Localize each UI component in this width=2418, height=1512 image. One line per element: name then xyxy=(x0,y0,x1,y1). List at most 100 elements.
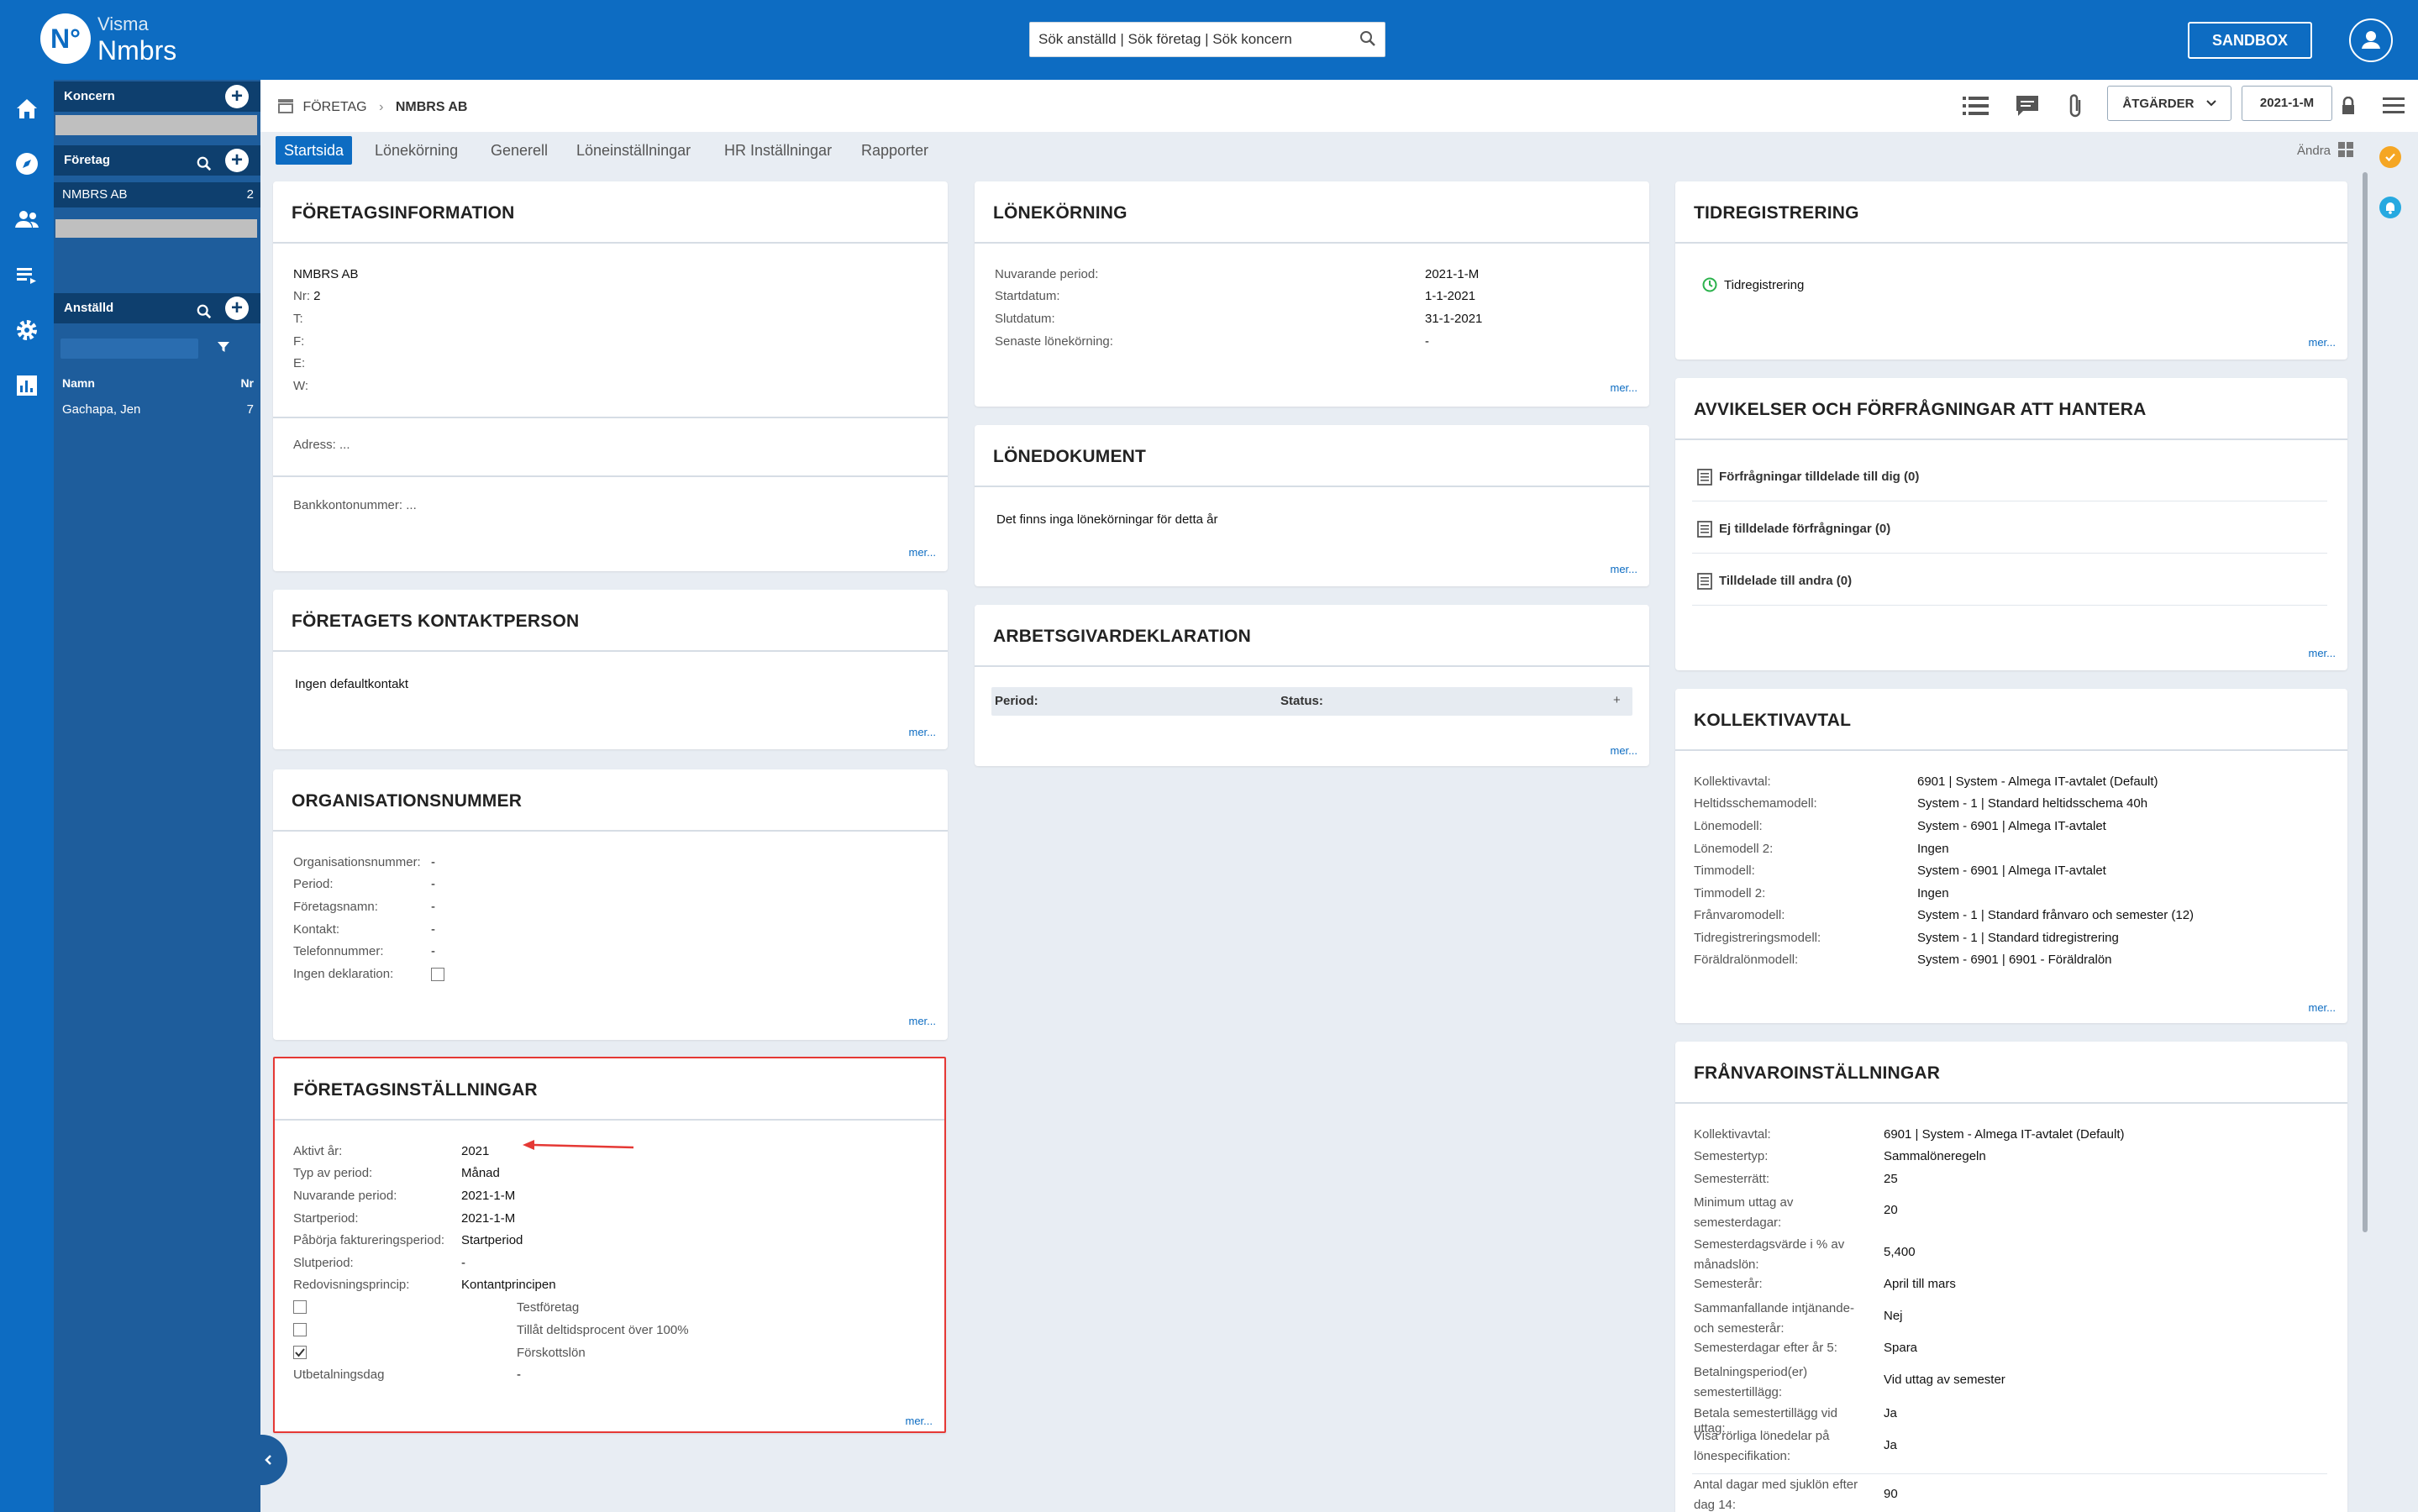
check-notification-icon[interactable] xyxy=(2379,146,2401,168)
compass-icon[interactable] xyxy=(13,150,40,177)
company-nr-label: Nr: 2 xyxy=(293,289,321,304)
absence-value: 25 xyxy=(1884,1172,1898,1186)
employee-filter-input[interactable] xyxy=(60,339,198,359)
card-title: LÖNEKÖRNING xyxy=(993,203,1128,223)
company-list-item[interactable]: NMBRS AB 2 xyxy=(54,182,260,207)
mer-link[interactable]: mer... xyxy=(905,1415,933,1427)
email-label: E: xyxy=(293,356,306,370)
tab-loneinstallningar[interactable]: Löneinställningar xyxy=(576,136,691,165)
add-koncern-button[interactable]: + xyxy=(225,85,249,108)
divider xyxy=(1692,1473,2327,1474)
card-avvikelser: AVVIKELSER OCH FÖRFRÅGNINGAR ATT HANTERA… xyxy=(1675,378,2347,670)
payroll-label: Nuvarande period: xyxy=(995,267,1099,281)
forskottslon-checkbox[interactable] xyxy=(293,1346,307,1359)
absence-label: Visa rörliga lönedelar på lönespecifikat… xyxy=(1694,1429,1830,1463)
card-header: AVVIKELSER OCH FÖRFRÅGNINGAR ATT HANTERA xyxy=(1675,378,2347,440)
koncern-section-header: Koncern + xyxy=(54,81,260,112)
period-selector[interactable]: 2021-1-M xyxy=(2242,86,2332,121)
card-title: ORGANISATIONSNUMMER xyxy=(292,791,523,811)
mer-link[interactable]: mer... xyxy=(908,1015,936,1027)
col-namn: Namn xyxy=(62,376,95,390)
home-icon[interactable] xyxy=(13,95,40,122)
phone-label: T: xyxy=(293,312,303,326)
filter-icon[interactable] xyxy=(217,340,230,358)
bell-icon[interactable] xyxy=(2379,197,2401,218)
atgarder-dropdown[interactable]: ÅTGÄRDER xyxy=(2107,86,2231,121)
top-bar: N° Visma Nmbrs SANDBOX xyxy=(0,0,2418,80)
mer-link[interactable]: mer... xyxy=(2308,647,2336,659)
breadcrumb-root[interactable]: FÖRETAG xyxy=(302,100,366,114)
setting-value: - xyxy=(461,1256,465,1270)
list-view-icon[interactable] xyxy=(1963,95,1990,121)
agreement-label: Tidregistreringsmodell: xyxy=(1694,931,1821,945)
setting-value: - xyxy=(517,1368,521,1382)
nr-label: Nr: xyxy=(293,289,310,303)
comment-icon[interactable] xyxy=(2015,94,2040,122)
user-avatar-icon[interactable] xyxy=(2349,18,2393,62)
paperclip-icon[interactable] xyxy=(2067,93,2085,123)
expand-plus-button[interactable]: + xyxy=(1613,693,1621,708)
chart-icon[interactable] xyxy=(13,372,40,399)
absence-label: Antal dagar med sjuklön efter dag 14: xyxy=(1694,1478,1858,1512)
employee-list-header: Namn Nr xyxy=(54,370,260,396)
org-row-value: - xyxy=(431,944,435,958)
add-company-button[interactable]: + xyxy=(225,149,249,172)
absence-label: Semesterår: xyxy=(1694,1277,1763,1291)
document-icon xyxy=(1697,573,1712,594)
card-lonekorning: LÖNEKÖRNING Nuvarande period: 2021-1-M S… xyxy=(975,181,1649,407)
people-icon[interactable] xyxy=(13,206,40,233)
gear-icon[interactable] xyxy=(13,317,40,344)
setting-label: Nuvarande period: xyxy=(293,1189,397,1203)
hamburger-menu-icon[interactable] xyxy=(2383,97,2405,119)
grid-layout-icon xyxy=(2337,141,2354,161)
checkbox-label: Tillåt deltidsprocent över 100% xyxy=(517,1323,689,1337)
testforetag-checkbox[interactable] xyxy=(293,1300,307,1314)
mer-link[interactable]: mer... xyxy=(2308,1001,2336,1014)
add-employee-button[interactable]: + xyxy=(225,297,249,320)
mer-link[interactable]: mer... xyxy=(908,546,936,559)
request-item[interactable]: Ej tilldelade förfrågningar (0) xyxy=(1719,522,1890,537)
absence-label: Semesterdagsvärde i % av månadslön: xyxy=(1694,1237,1845,1272)
mer-link[interactable]: mer... xyxy=(2308,336,2336,349)
search-company-icon[interactable] xyxy=(197,153,212,183)
tab-generell[interactable]: Generell xyxy=(491,136,548,165)
search-input[interactable] xyxy=(1030,23,1349,56)
mer-link[interactable]: mer... xyxy=(1610,744,1637,757)
ingen-deklaration-checkbox[interactable] xyxy=(431,968,444,981)
search-icon[interactable] xyxy=(1359,30,1376,51)
deltidsprocent-checkbox[interactable] xyxy=(293,1323,307,1336)
agreement-value: System - 1 | Standard frånvaro och semes… xyxy=(1917,908,2195,922)
checkbox-label: Förskottslön xyxy=(517,1346,586,1360)
absence-label: Semesterdagar efter år 5: xyxy=(1694,1341,1837,1355)
tab-lonekorning[interactable]: Lönekörning xyxy=(375,136,458,165)
org-row-value: - xyxy=(431,922,435,937)
checkbox-label: Testföretag xyxy=(517,1300,580,1315)
search-employee-icon[interactable] xyxy=(197,301,212,331)
card-foretagsinstallningar: FÖRETAGSINSTÄLLNINGAR Aktivt år: 2021 Ty… xyxy=(273,1057,946,1433)
request-item[interactable]: Tilldelade till andra (0) xyxy=(1719,574,1852,589)
store-icon xyxy=(277,98,294,118)
tab-hr-installningar[interactable]: HR Inställningar xyxy=(724,136,832,165)
agreement-value: System - 6901 | 6901 - Föräldralön xyxy=(1917,953,2112,967)
breadcrumb-separator: › xyxy=(379,100,384,114)
agreement-value: System - 1 | Standard heltidsschema 40h xyxy=(1917,796,2148,811)
mer-link[interactable]: mer... xyxy=(908,726,936,738)
time-registration-link[interactable]: Tidregistrering xyxy=(1724,278,1804,293)
tab-startsida[interactable]: Startsida xyxy=(276,136,353,165)
agreement-label: Föräldralönmodell: xyxy=(1694,953,1799,967)
request-item[interactable]: Förfrågningar tilldelade till dig (0) xyxy=(1719,470,1919,485)
collapse-sidebar-button[interactable] xyxy=(257,1435,287,1485)
visma-nmbrs-logo[interactable]: N° xyxy=(40,13,91,64)
lock-icon[interactable] xyxy=(2341,96,2356,119)
page-scrollbar[interactable] xyxy=(2363,172,2368,1232)
andra-layout-button[interactable]: Ändra xyxy=(2297,141,2354,161)
list-icon[interactable] xyxy=(13,261,40,288)
divider xyxy=(273,475,948,477)
employee-list-item[interactable]: Gachapa, Jen 7 xyxy=(54,397,260,423)
tab-rapporter[interactable]: Rapporter xyxy=(861,136,928,165)
mer-link[interactable]: mer... xyxy=(1610,381,1637,394)
sandbox-button[interactable]: SANDBOX xyxy=(2188,22,2312,59)
mer-link[interactable]: mer... xyxy=(1610,563,1637,575)
card-title: LÖNEDOKUMENT xyxy=(993,447,1147,466)
no-default-contact-text: Ingen defaultkontakt xyxy=(295,677,409,691)
